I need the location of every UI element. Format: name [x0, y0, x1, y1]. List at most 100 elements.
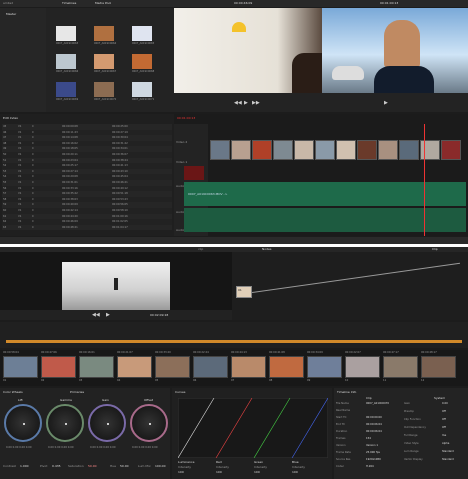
media-clip-thumb[interactable]	[56, 26, 76, 41]
table-cell: 00:00:31:01	[62, 181, 78, 184]
table-row[interactable]: 63 V1 C 00:00:48:21 00:01:04:17	[2, 224, 172, 231]
intensity-value[interactable]: 100	[216, 470, 222, 474]
timeline-clip[interactable]	[210, 140, 230, 160]
nodes-title: Nodes	[262, 247, 272, 251]
color-transport: ◀◀ ▶ 00:02:09:18	[0, 310, 232, 320]
curve-channel-label[interactable]: Blue	[292, 460, 299, 464]
timeline-clip[interactable]	[231, 140, 251, 160]
info-value: 00:00:06:04	[366, 423, 382, 426]
playhead[interactable]	[424, 124, 425, 236]
project-title: ambs2	[3, 1, 14, 5]
media-clip-thumb[interactable]	[132, 82, 152, 97]
red-clip[interactable]	[184, 166, 204, 180]
timeline-clip[interactable]	[378, 140, 398, 160]
folder-master[interactable]: Master	[6, 12, 16, 16]
strip-clip-thumb[interactable]	[421, 356, 456, 378]
system-value[interactable]: Off	[442, 418, 446, 421]
curve-channel-label[interactable]: Green	[254, 460, 263, 464]
media-clip-thumb[interactable]	[132, 26, 152, 41]
strip-clip-thumb[interactable]	[155, 356, 190, 378]
timeline-clip[interactable]	[315, 140, 335, 160]
system-key: Vector Display	[404, 458, 423, 461]
strip-clip-thumb[interactable]	[117, 356, 152, 378]
system-value[interactable]: Alpha	[442, 442, 449, 445]
strip-clip-timecode: 00:00:22:24	[193, 351, 209, 354]
timeline-clip[interactable]	[294, 140, 314, 160]
table-cell: C	[32, 220, 34, 224]
forward-icon[interactable]: ▶▶	[252, 100, 260, 106]
table-cell: 00:00:31:22	[112, 141, 128, 145]
source-viewer[interactable]	[174, 8, 322, 93]
strip-clip-timecode: 00:00:21:07	[117, 351, 133, 354]
table-cell: 00:01:02:05	[112, 220, 128, 224]
media-clip-thumb[interactable]	[94, 82, 114, 97]
intensity-value[interactable]: 100	[178, 470, 184, 474]
system-value[interactable]: Off	[442, 426, 446, 429]
strip-clip-thumb[interactable]	[3, 356, 38, 378]
pivot-value[interactable]: 0.435	[52, 464, 61, 468]
media-clip-thumb[interactable]	[94, 26, 114, 41]
curves-graph[interactable]	[178, 398, 328, 458]
table-cell: C	[32, 158, 34, 162]
strip-clip-thumb[interactable]	[79, 356, 114, 378]
strip-clip-thumb[interactable]	[231, 356, 266, 378]
color-play-icon[interactable]: ▶	[106, 312, 110, 318]
strip-clip-thumb[interactable]	[269, 356, 304, 378]
system-value[interactable]: Yes	[442, 434, 446, 437]
intensity-value[interactable]: 100	[254, 470, 260, 474]
color-wheel[interactable]	[4, 404, 42, 442]
system-key: Clip Function	[404, 418, 421, 421]
saturation-value[interactable]: 50.00	[88, 464, 97, 468]
viewer-frame	[62, 262, 170, 310]
timeline-clip[interactable]	[357, 140, 377, 160]
table-cell: V1	[18, 125, 22, 128]
media-clip-thumb[interactable]	[56, 54, 76, 69]
mini-timeline[interactable]	[0, 322, 468, 348]
color-wheel[interactable]	[46, 404, 84, 442]
media-clip-thumb[interactable]	[56, 82, 76, 97]
lum-mix-value[interactable]: 100.00	[155, 464, 166, 468]
program-viewer[interactable]	[322, 8, 468, 93]
strip-clip-thumb[interactable]	[307, 356, 342, 378]
curve-channel-label[interactable]: Red	[216, 460, 222, 464]
strip-clip-thumb[interactable]	[383, 356, 418, 378]
play-icon[interactable]: ▶	[244, 100, 248, 106]
timeline-clip[interactable]	[420, 140, 440, 160]
media-clip-thumb[interactable]	[94, 54, 114, 69]
system-value[interactable]: Standard	[442, 458, 454, 461]
strip-clip-thumb[interactable]	[41, 356, 76, 378]
wheel-values: 0.00 0.00 0.00 0.00	[90, 446, 116, 449]
viewers-panel: 00:00:46:09 00:01:00:13 ◀◀ ▶ ▶▶ ▶	[174, 1, 468, 112]
color-viewer[interactable]	[0, 252, 232, 310]
color-wheel[interactable]	[130, 404, 168, 442]
system-value[interactable]: Off	[442, 410, 446, 413]
table-cell: C	[32, 164, 34, 168]
contrast-value[interactable]: 1.000	[20, 464, 29, 468]
hue-value[interactable]: 50.00	[120, 464, 129, 468]
color-reverse-icon[interactable]: ◀◀	[92, 312, 100, 318]
system-value[interactable]: Standard	[442, 450, 454, 453]
table-cell: 00:00:56:05	[112, 203, 128, 207]
node-01[interactable]: 01	[236, 286, 252, 298]
play-reverse-icon[interactable]: ◀◀	[234, 100, 242, 106]
table-cell: 55	[3, 181, 7, 184]
system-value[interactable]: 0.00	[442, 402, 448, 405]
strip-clip-number: 11	[383, 379, 387, 382]
timeline-clip[interactable]	[273, 140, 293, 160]
tab-timelines[interactable]: Timelines	[62, 1, 76, 5]
curve-channel-label[interactable]: Luminance	[178, 460, 194, 464]
timeline-clip[interactable]	[399, 140, 419, 160]
timeline-clip[interactable]	[252, 140, 272, 160]
strip-clip-thumb[interactable]	[345, 356, 380, 378]
color-wheel[interactable]	[88, 404, 126, 442]
table-cell: C	[32, 136, 34, 140]
program-play-icon[interactable]: ▶	[384, 100, 388, 106]
table-cell: 00:00:53:23	[112, 197, 128, 201]
media-clip-thumb[interactable]	[132, 54, 152, 69]
intensity-value[interactable]: 100	[292, 470, 298, 474]
tab-media-pool[interactable]: Media Pool	[95, 1, 111, 5]
timeline-clip[interactable]	[441, 140, 461, 160]
info-key: Source Res	[336, 458, 351, 461]
timeline-clip[interactable]	[336, 140, 356, 160]
strip-clip-thumb[interactable]	[193, 356, 228, 378]
